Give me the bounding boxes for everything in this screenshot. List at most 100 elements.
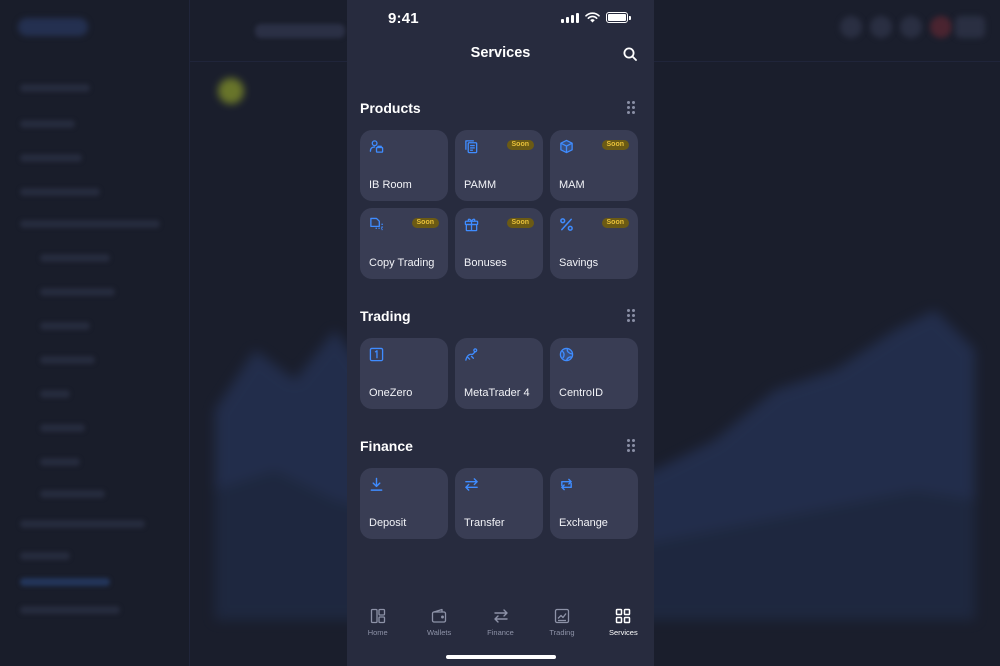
- service-tile-exchange[interactable]: Exchange: [550, 468, 638, 539]
- background-line: [40, 288, 115, 296]
- service-tile-transfer[interactable]: Transfer: [455, 468, 543, 539]
- service-tile-onezero[interactable]: OneZero: [360, 338, 448, 409]
- tab-label: Services: [608, 628, 638, 637]
- drag-handle-products[interactable]: [627, 101, 635, 114]
- globe-icon: [559, 347, 574, 362]
- copy-trading-icon: [370, 217, 383, 231]
- user-group-icon: [369, 140, 384, 153]
- tile-label: MetaTrader 4: [464, 387, 530, 399]
- service-tile-ib-room[interactable]: IB Room: [360, 130, 448, 201]
- status-time: 9:41: [388, 10, 419, 27]
- background-avatar: [218, 78, 244, 104]
- background-line: [40, 424, 85, 432]
- tile-label: Savings: [559, 257, 599, 269]
- service-tile-mam[interactable]: Soon MAM: [550, 130, 638, 201]
- background-dot: [870, 16, 892, 38]
- service-tile-bonuses[interactable]: Soon Bonuses: [455, 208, 543, 279]
- tile-label: IB Room: [369, 179, 412, 191]
- background-line: [20, 120, 75, 128]
- grid-icon: [616, 608, 631, 624]
- home-indicator: [446, 655, 556, 659]
- tile-label: MAM: [559, 179, 585, 191]
- document-copy-icon: [465, 140, 478, 154]
- cube-icon: [560, 139, 573, 154]
- background-title: [255, 24, 345, 38]
- tile-label: CentroID: [559, 387, 604, 399]
- service-tile-copy-trading[interactable]: Soon Copy Trading: [360, 208, 448, 279]
- tab-label: Wallets: [426, 628, 452, 637]
- drag-handle-trading[interactable]: [627, 309, 635, 322]
- tile-label: Bonuses: [464, 257, 507, 269]
- background-dot: [955, 16, 985, 38]
- tile-label: Deposit: [369, 517, 407, 529]
- background-dot: [900, 16, 922, 38]
- search-button[interactable]: [620, 44, 640, 64]
- service-tile-savings[interactable]: Soon Savings: [550, 208, 638, 279]
- background-line: [40, 390, 70, 398]
- exchange-cycle-icon: [561, 478, 572, 491]
- tile-label: Copy Trading: [369, 257, 435, 269]
- services-screen: 9:41 Services Products IB Room Soon PAMM…: [347, 0, 654, 666]
- soon-badge: Soon: [411, 218, 439, 228]
- background-line: [20, 154, 82, 162]
- soon-badge: Soon: [601, 140, 629, 150]
- battery-icon: [606, 12, 631, 23]
- percent-icon: [560, 218, 573, 231]
- gift-icon: [464, 218, 479, 232]
- drag-handle-finance[interactable]: [627, 439, 635, 452]
- tab-wallets[interactable]: Wallets: [408, 600, 469, 644]
- download-icon: [370, 477, 383, 491]
- soon-badge: Soon: [506, 140, 534, 150]
- background-line: [20, 578, 110, 586]
- section-title-products: Products: [360, 100, 421, 116]
- wifi-icon: [585, 12, 600, 23]
- background-dot: [840, 16, 862, 38]
- tab-home[interactable]: Home: [347, 600, 408, 644]
- chart-icon: [554, 608, 570, 624]
- background-dot: [930, 16, 952, 38]
- tile-label: Transfer: [464, 517, 505, 529]
- tab-finance[interactable]: Finance: [470, 600, 531, 644]
- tile-label: OneZero: [369, 387, 413, 399]
- background-line: [20, 552, 70, 560]
- tab-trading[interactable]: Trading: [531, 600, 592, 644]
- cellular-signal-icon: [561, 12, 579, 23]
- background-line: [40, 356, 95, 364]
- soon-badge: Soon: [601, 218, 629, 228]
- background-sidebar: [0, 0, 190, 666]
- metatrader-icon: [465, 348, 478, 361]
- background-line: [40, 490, 105, 498]
- background-line: [20, 188, 100, 196]
- home-dashboard-icon: [370, 608, 385, 624]
- background-line: [40, 458, 80, 466]
- search-icon: [623, 47, 637, 61]
- bottom-tab-bar: Home Wallets Finance Trading Services: [347, 600, 654, 644]
- onezero-icon: [369, 347, 384, 362]
- service-tile-deposit[interactable]: Deposit: [360, 468, 448, 539]
- background-line: [20, 220, 160, 228]
- service-tile-pamm[interactable]: Soon PAMM: [455, 130, 543, 201]
- tile-label: Exchange: [559, 517, 608, 529]
- page-title: Services: [470, 45, 531, 61]
- status-bar: 9:41: [347, 0, 654, 36]
- transfer-arrows-icon: [493, 609, 508, 623]
- background-line: [40, 322, 90, 330]
- tab-services[interactable]: Services: [593, 600, 654, 644]
- background-line: [20, 84, 90, 92]
- service-tile-centroid[interactable]: CentroID: [550, 338, 638, 409]
- transfer-arrows-icon: [465, 478, 478, 491]
- background-line: [20, 606, 120, 614]
- background-line: [40, 254, 110, 262]
- background-logo: [18, 18, 88, 36]
- section-title-finance: Finance: [360, 438, 413, 454]
- section-title-trading: Trading: [360, 308, 411, 324]
- tab-label: Trading: [549, 628, 575, 637]
- soon-badge: Soon: [506, 218, 534, 228]
- tab-label: Home: [367, 628, 388, 637]
- background-line: [20, 520, 145, 528]
- service-tile-metatrader-4[interactable]: MetaTrader 4: [455, 338, 543, 409]
- tab-label: Finance: [487, 628, 514, 637]
- tile-label: PAMM: [464, 179, 497, 191]
- wallet-icon: [431, 608, 447, 623]
- status-icons: [561, 12, 631, 23]
